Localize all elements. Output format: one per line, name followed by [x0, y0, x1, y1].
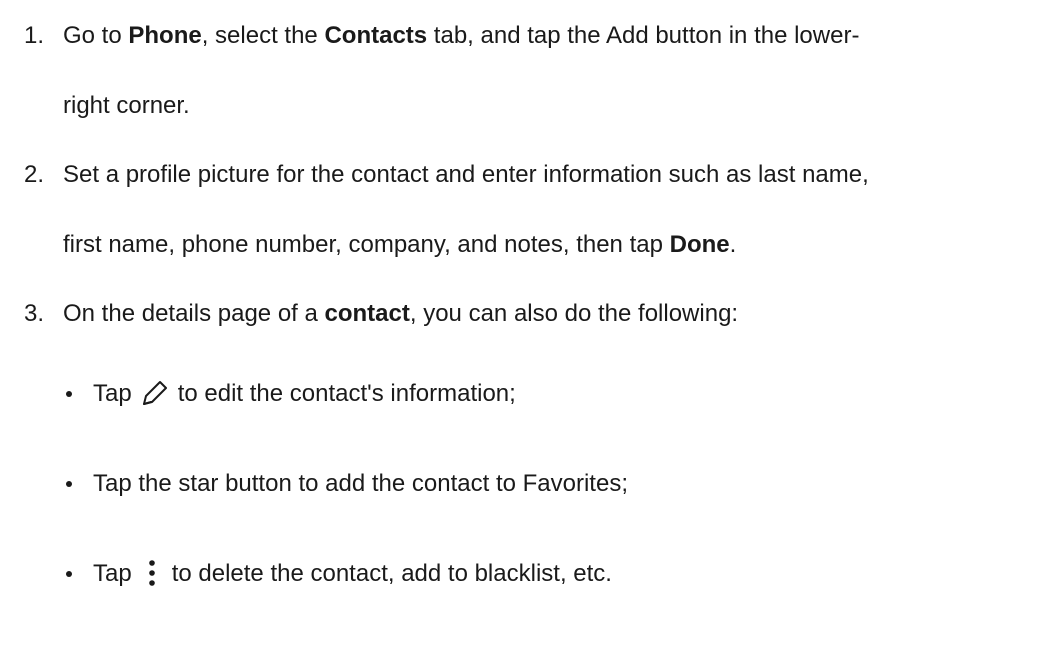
pencil-edit-icon	[142, 380, 167, 405]
bullet-3-text-a: Tap	[93, 560, 132, 587]
bullet-1-text-a: Tap	[93, 380, 132, 407]
step-1-line-1: Go to Phone, select the Contacts tab, an…	[63, 20, 859, 52]
step-1-text-b: , select the	[201, 22, 325, 49]
step-1-text-c: tab, and tap the Add button in the lower…	[427, 22, 860, 49]
bullet-2: Tap the star button to add the contact t…	[93, 470, 628, 497]
more-vertical-dots-icon	[148, 559, 155, 586]
bullet-dot	[66, 481, 72, 487]
bullet-3: Tap to delete the contact, add to blackl…	[93, 558, 612, 590]
bullet-1-text-b: to edit the contact's information;	[177, 380, 516, 407]
step-2-text-a: first name, phone number, company, and n…	[63, 231, 670, 258]
step-2-number: 2.	[24, 161, 45, 188]
step-1-contacts-bold: Contacts	[324, 22, 428, 49]
step-3-line-1: On the details page of a contact, you ca…	[63, 298, 738, 330]
bullet-dot	[66, 571, 72, 577]
step-1-number: 1.	[24, 22, 45, 49]
step-1-text-a: Go to	[63, 22, 129, 49]
step-3-text-a: On the details page of a	[63, 300, 325, 327]
step-2-done-bold: Done	[669, 231, 730, 258]
step-2-line-1: Set a profile picture for the contact an…	[63, 161, 869, 188]
step-3-contact-bold: contact	[324, 300, 410, 327]
step-1-phone-bold: Phone	[128, 22, 202, 49]
step-2-text-b: .	[729, 231, 737, 258]
bullet-3-text-b: to delete the contact, add to blacklist,…	[171, 560, 612, 587]
step-1-line-2: right corner.	[63, 92, 190, 119]
step-2-line-2: first name, phone number, company, and n…	[63, 229, 736, 261]
step-3-number: 3.	[24, 300, 45, 327]
bullet-dot	[66, 391, 72, 397]
step-3-text-b: , you can also do the following:	[409, 300, 739, 327]
bullet-1: Tap to edit the contact's information;	[93, 378, 516, 410]
